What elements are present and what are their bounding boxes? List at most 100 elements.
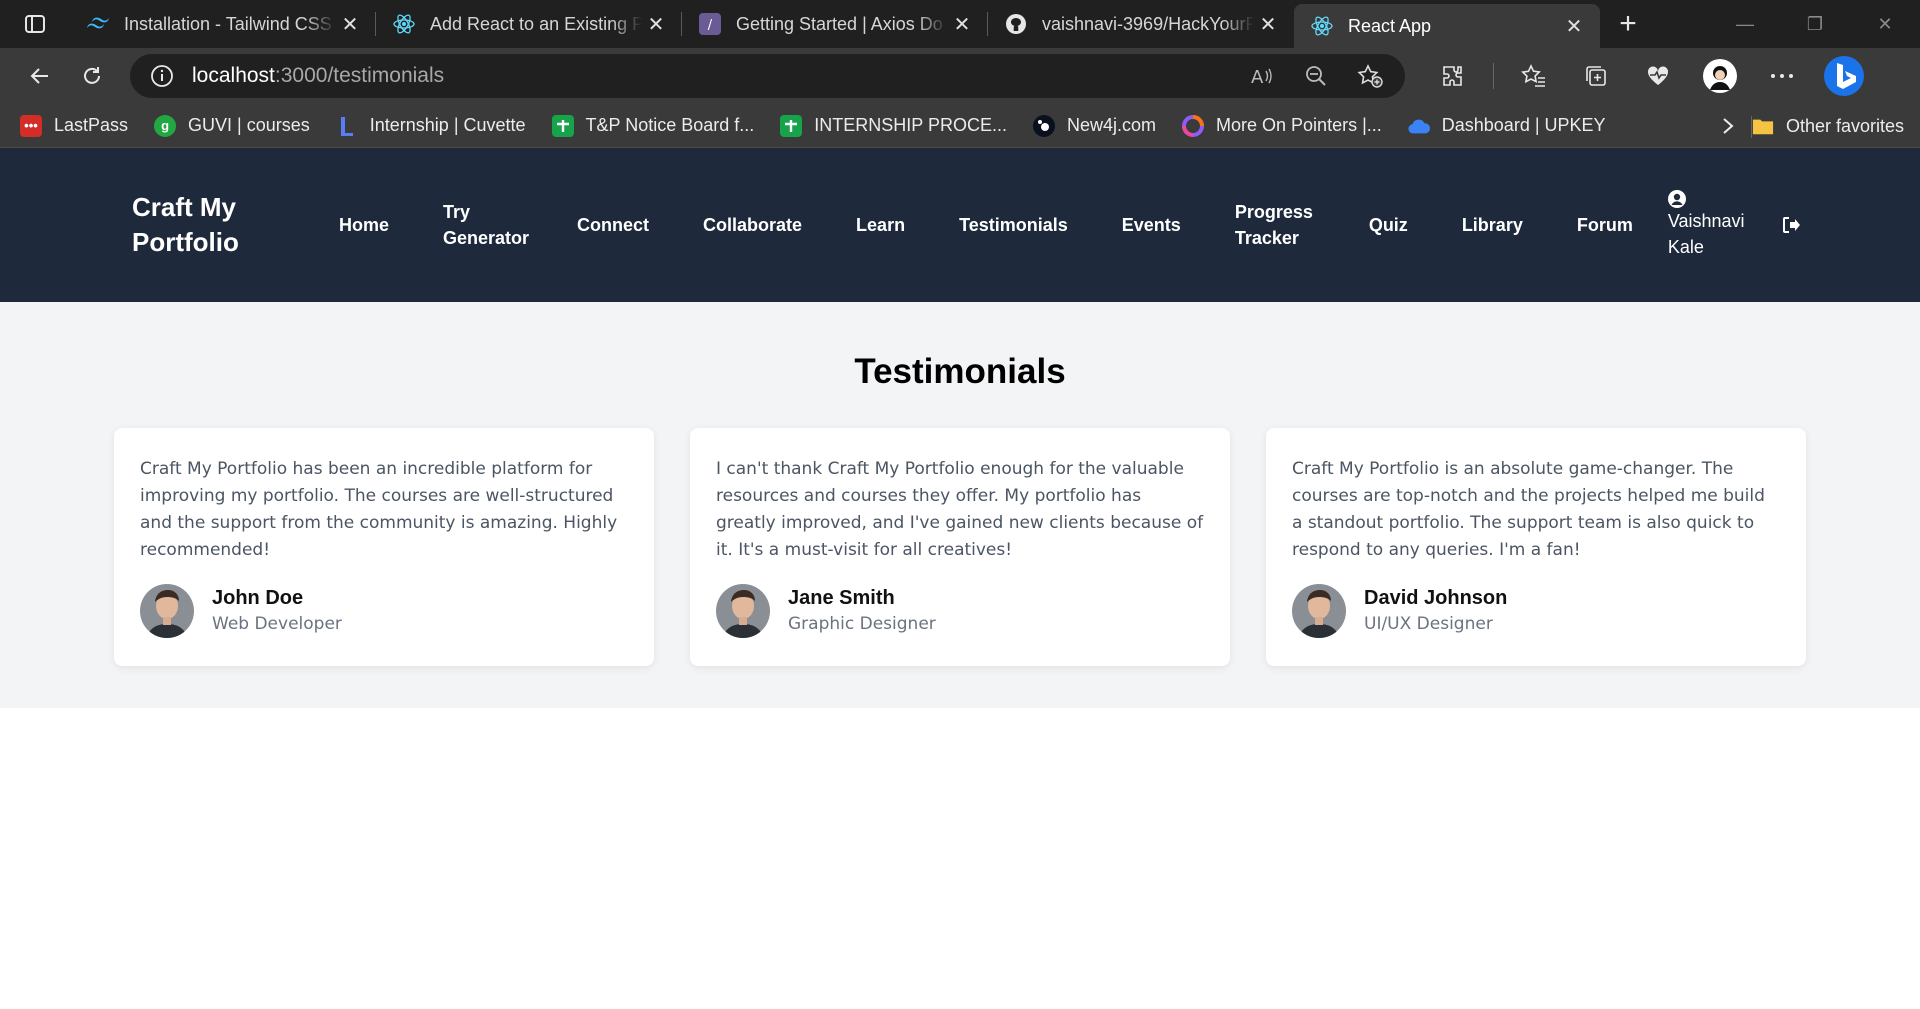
site-info-icon[interactable] (148, 62, 176, 90)
brand-logo[interactable]: Craft My Portfolio (132, 190, 339, 260)
user-circle-icon (1667, 190, 1686, 208)
author-name: Jane Smith (788, 587, 895, 609)
bookmark-cuvette[interactable]: Internship | Cuvette (336, 115, 526, 137)
brand-line: Craft My (132, 192, 237, 222)
page-title: Testimonials (854, 352, 1066, 391)
bookmark-label: T&P Notice Board f... (585, 115, 755, 135)
user-last-name: Kale (1667, 237, 1704, 257)
other-favorites-label: Other favorites (1785, 115, 1904, 136)
favorites-icon[interactable] (1508, 54, 1560, 98)
upkey-icon (1408, 115, 1430, 137)
user-profile[interactable]: Vaishnavi Kale (1667, 190, 1745, 260)
toolbar-divider (1493, 63, 1494, 89)
nav-learn[interactable]: Learn (856, 212, 905, 238)
avatar (716, 584, 770, 638)
nav-label-line: Try (443, 202, 471, 222)
testimonial-card: I can't thank Craft My Portfolio enough … (690, 428, 1230, 666)
browser-essentials-icon[interactable] (1632, 54, 1684, 98)
more-options-icon[interactable] (1756, 54, 1808, 98)
read-aloud-icon[interactable]: A (1245, 64, 1279, 88)
nav-progress-tracker[interactable]: Progress Tracker (1235, 199, 1315, 251)
author-name: David Johnson (1364, 587, 1508, 609)
browser-tab-active[interactable]: React App ✕ (1294, 4, 1600, 48)
close-icon[interactable]: ✕ (948, 10, 976, 38)
browser-tab[interactable]: Installation - Tailwind CSS ✕ (70, 0, 376, 48)
author-info: David Johnson UI/UX Designer (1364, 585, 1507, 637)
nav-try-generator[interactable]: Try Generator (443, 199, 530, 251)
guvi-icon: g (154, 114, 177, 137)
bookmark-tp-notice[interactable]: T&P Notice Board f... (551, 114, 755, 137)
author-role: Graphic Designer (788, 614, 936, 634)
bookmark-label: GUVI | courses (188, 115, 310, 135)
bookmark-new4j[interactable]: New4j.com (1032, 114, 1156, 137)
nav-connect[interactable]: Connect (577, 212, 649, 238)
window-close-icon[interactable]: ✕ (1850, 0, 1920, 48)
new-tab-icon[interactable]: + (1600, 0, 1656, 48)
testimonial-quote: Craft My Portfolio is an absolute game-c… (1292, 459, 1765, 560)
bookmark-upkey[interactable]: Dashboard | UPKEY (1408, 115, 1606, 137)
tailwind-icon (86, 12, 110, 36)
axios-icon: / (698, 12, 722, 36)
testimonial-card: Craft My Portfolio is an absolute game-c… (1266, 428, 1806, 666)
back-icon[interactable] (14, 54, 66, 98)
logout-icon[interactable] (1781, 215, 1801, 235)
nav-home[interactable]: Home (339, 212, 389, 238)
bookmark-label: Dashboard | UPKEY (1441, 115, 1606, 135)
add-favorite-icon[interactable] (1353, 64, 1387, 88)
react-icon (1310, 14, 1334, 38)
bookmark-pointers[interactable]: More On Pointers |... (1182, 114, 1382, 137)
chevron-right-icon[interactable] (1721, 104, 1735, 148)
nav-forum[interactable]: Forum (1577, 212, 1633, 238)
testimonial-quote: Craft My Portfolio has been an incredibl… (140, 459, 618, 560)
minimize-icon[interactable]: — (1710, 0, 1780, 48)
nav-events[interactable]: Events (1122, 212, 1181, 238)
author-name: John Doe (212, 587, 304, 609)
author-info: Jane Smith Graphic Designer (788, 585, 936, 637)
close-icon[interactable]: ✕ (336, 10, 364, 38)
maximize-icon[interactable]: ❐ (1780, 0, 1850, 48)
collections-icon[interactable] (1570, 54, 1622, 98)
browser-tab[interactable]: / Getting Started | Axios Do ✕ (682, 0, 988, 48)
folder-icon (1752, 115, 1774, 137)
browser-tab[interactable]: Add React to an Existing P ✕ (376, 0, 682, 48)
browser-tab[interactable]: vaishnavi-3969/HackYourP ✕ (988, 0, 1294, 48)
window-controls: — ❐ ✕ (1710, 0, 1920, 48)
bookmark-label: LastPass (54, 115, 129, 135)
close-icon[interactable]: ✕ (642, 10, 670, 38)
other-favorites[interactable]: Other favorites (1752, 104, 1904, 148)
nav-collaborate[interactable]: Collaborate (703, 212, 802, 238)
nav-testimonials[interactable]: Testimonials (959, 212, 1068, 238)
refresh-icon[interactable] (66, 54, 118, 98)
pointers-icon (1182, 114, 1205, 137)
bookmark-label: INTERNSHIP PROCE... (814, 115, 1007, 135)
svg-text:A: A (1251, 67, 1264, 87)
testimonial-card: Craft My Portfolio has been an incredibl… (114, 428, 654, 666)
author-role: Web Developer (212, 614, 342, 634)
nav-quiz[interactable]: Quiz (1369, 212, 1408, 238)
nav-library[interactable]: Library (1462, 212, 1523, 238)
testimonials-section: Testimonials Craft My Portfolio has been… (0, 302, 1920, 708)
bookmark-lastpass[interactable]: ••• LastPass (20, 114, 129, 137)
nav-label-line: Generator (443, 228, 530, 248)
tab-title: Getting Started | Axios Do (736, 13, 943, 34)
sheets-icon (780, 114, 803, 137)
bing-copilot-icon[interactable] (1818, 54, 1870, 98)
bookmark-guvi[interactable]: g GUVI | courses (154, 114, 310, 137)
testimonial-cards: Craft My Portfolio has been an incredibl… (0, 428, 1920, 666)
tab-title: React App (1348, 15, 1432, 36)
browser-tab-bar: Installation - Tailwind CSS ✕ Add React … (0, 0, 1920, 48)
profile-avatar-icon[interactable] (1694, 54, 1746, 98)
close-icon[interactable]: ✕ (1560, 12, 1588, 40)
close-icon[interactable]: ✕ (1254, 10, 1282, 38)
testimonial-author: Jane Smith Graphic Designer (716, 584, 1204, 638)
zoom-icon[interactable] (1299, 64, 1333, 88)
extensions-icon[interactable] (1427, 54, 1479, 98)
page-blank-area (0, 708, 1920, 1009)
nav-label-line: Tracker (1234, 228, 1299, 248)
nav-links: Home Try Generator Connect Collaborate L… (339, 190, 1801, 260)
author-info: John Doe Web Developer (212, 585, 342, 637)
nav-label-line: Progress (1234, 202, 1313, 222)
bookmark-internship-process[interactable]: INTERNSHIP PROCE... (780, 114, 1007, 137)
tab-actions-icon[interactable] (0, 0, 70, 48)
address-bar[interactable]: localhost:3000/testimonials A (130, 54, 1405, 98)
